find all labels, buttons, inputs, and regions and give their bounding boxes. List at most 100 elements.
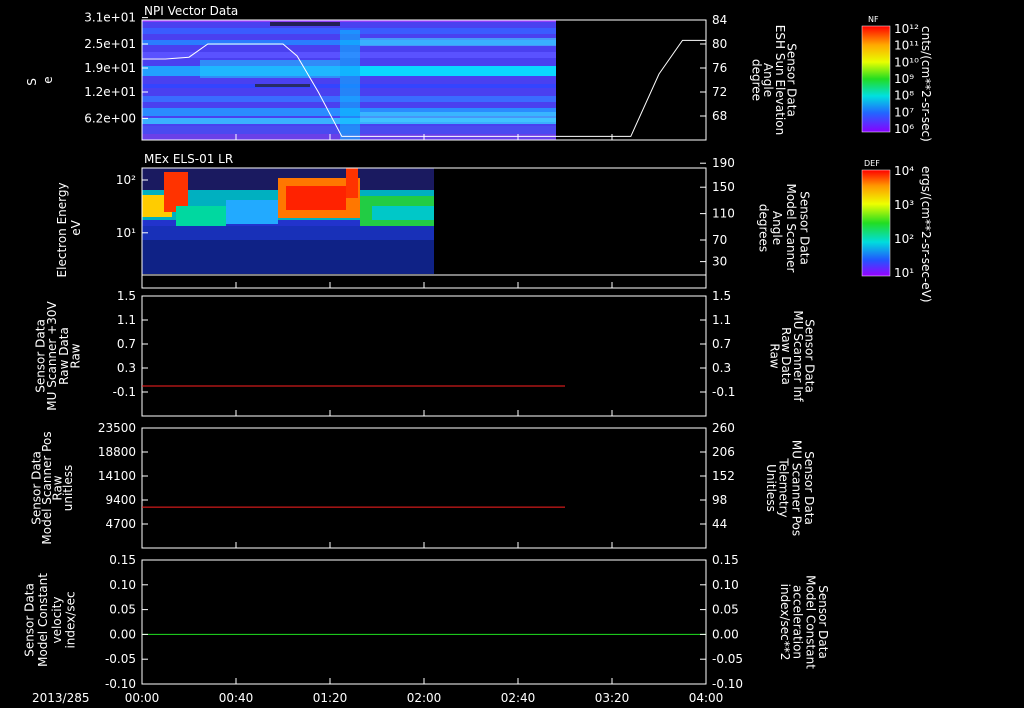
constant-right-tick-label: 0.10 [712, 578, 739, 592]
els-right-label: Sensor DataModel ScannerAngledegrees [757, 184, 812, 273]
els-right-tick-label: 190 [712, 156, 735, 170]
npi-colorbar-ticks: 10¹² 10¹¹ 10¹⁰ 10⁹ 10⁸ 10⁷ 10⁶ [894, 22, 919, 136]
els-right-tick-label: 110 [712, 207, 735, 221]
els-colorbar-unit: ergs/(cm**2-sr-sec-eV) [919, 166, 933, 303]
raw-right-tick-label: -0.1 [712, 385, 735, 399]
npi-left-ticks: 3.1e+01 2.5e+01 1.9e+01 1.2e+01 6.2e+00 [84, 11, 148, 125]
npi-colorbar-tick: 10⁸ [894, 89, 914, 103]
time-tick-label: 01:20 [313, 691, 348, 705]
npi-spectrogram [142, 20, 556, 140]
constant-right-tick-label: 0.05 [712, 603, 739, 617]
npi-right-tick-label: 80 [712, 37, 727, 51]
pos-left-tick-label: 18800 [98, 445, 136, 459]
els-colorbar-tick: 10¹ [894, 266, 914, 280]
npi-colorbar-title: NF [868, 15, 879, 24]
pos-right-tick-label: 44 [712, 517, 727, 531]
npi-colorbar-unit: cnts/(cm**2-sr-sec) [919, 26, 933, 142]
constant-right-tick-label: -0.10 [712, 677, 743, 691]
constant-right-tick-label: 0.15 [712, 553, 739, 567]
npi-colorbar-tick: 10¹¹ [894, 39, 919, 53]
raw-right-label: Sensor DataMU Scanner InfRaw DataRaw [768, 310, 817, 402]
constant-right-tick-label: 0.00 [712, 627, 739, 641]
constant-left-label: Sensor DataModel Constantvelocityindex/s… [23, 573, 78, 667]
raw-left-tick-label: 0.7 [117, 337, 136, 351]
raw-right-ticks: 1.5 1.1 0.7 0.3 -0.1 [700, 289, 735, 399]
panel-npi: NPI Vector Data 3.1e+01 2.5e+01 1.9e+01 1.2… [25, 4, 799, 141]
els-right-axis-text: Sensor DataModel ScannerAngledegrees [757, 184, 812, 273]
pos-right-ticks: 260 206 152 98 44 [700, 421, 735, 531]
pos-left-axis-text: Sensor DataModel Scanner PosRawunitless [29, 431, 75, 544]
pos-left-tick-label: 4700 [105, 517, 136, 531]
constant-left-tick-label: -0.10 [105, 677, 136, 691]
els-colorbar-tick: 10⁴ [894, 164, 914, 178]
els-right-tick-label: 150 [712, 180, 735, 194]
npi-left-tick-label: 6.2e+00 [84, 111, 136, 125]
constant-left-tick-label: 0.15 [109, 553, 136, 567]
chart-figure: NPI Vector Data 3.1e+01 2.5e+01 1.9e+01 1.2… [23, 4, 933, 705]
time-tick-label: 02:00 [407, 691, 442, 705]
npi-colorbar: NF 10¹² 10¹¹ 10¹⁰ 10⁹ 10⁸ 10⁷ 10⁶ cnts/(cm**2-… [861, 15, 933, 142]
pos-right-tick-label: 98 [712, 493, 727, 507]
pos-left-tick-label: 14100 [98, 469, 136, 483]
npi-right-ticks: 84 80 76 72 68 [700, 13, 727, 123]
pos-left-ticks: 23500 18800 14100 9400 4700 [98, 421, 148, 531]
panel-scanner-pos: 23500 18800 14100 9400 4700 260 206 152 98 44 Se… [29, 421, 816, 549]
raw-right-axis-text: Sensor DataMU Scanner InfRaw DataRaw [768, 310, 817, 402]
constant-left-tick-label: 0.05 [109, 603, 136, 617]
constant-left-tick-label: -0.05 [105, 652, 136, 666]
npi-colorbar-tick: 10⁹ [894, 72, 914, 86]
pos-right-tick-label: 152 [712, 469, 735, 483]
constant-left-tick-label: 0.00 [109, 627, 136, 641]
els-title: MEx ELS-01 LR [144, 152, 233, 166]
npi-colorbar-tick: 10⁶ [894, 122, 914, 136]
raw-left-tick-label: 0.3 [117, 361, 136, 375]
pos-left-label: Sensor DataModel Scanner PosRawunitless [29, 431, 75, 544]
raw-left-label: Sensor DataMU Scanner +30VRaw DataRaw [34, 301, 83, 411]
els-colorbar: DEF 10⁴ 10³ 10² 10¹ ergs/(cm**2-sr-sec-eV) [861, 159, 933, 303]
npi-right-tick-label: 84 [712, 13, 727, 27]
pos-right-label: Sensor DataMU Scanner PosTelemetryUnitle… [764, 440, 816, 536]
npi-right-label: Sensor DataESH Sun ElevationAngledegree [750, 25, 799, 135]
time-tick-label: 02:40 [501, 691, 536, 705]
npi-left-label: S e [25, 74, 55, 85]
npi-title: NPI Vector Data [144, 4, 238, 18]
els-colorbar-tick: 10³ [894, 198, 914, 212]
panel-els: MEx ELS-01 LR 10² 10¹ 190 150 110 70 30 Elect… [55, 152, 812, 289]
date-label: 2013/285 [32, 691, 90, 705]
npi-right-tick-label: 68 [712, 109, 727, 123]
constant-right-tick-label: -0.05 [712, 652, 743, 666]
raw-right-tick-label: 0.7 [712, 337, 731, 351]
npi-left-tick-label: 3.1e+01 [84, 11, 136, 25]
npi-left-tick-label: 1.9e+01 [84, 61, 136, 75]
constant-right-axis-text: Sensor DataModel Constantaccelerationind… [778, 575, 830, 669]
raw-left-ticks: 1.5 1.1 0.7 0.3 -0.1 [113, 289, 148, 399]
raw-left-tick-label: -0.1 [113, 385, 136, 399]
raw-left-tick-label: 1.1 [117, 313, 136, 327]
els-right-ticks: 190 150 110 70 30 [700, 156, 735, 269]
els-left-tick-label: 10² [116, 173, 136, 187]
pos-right-tick-label: 206 [712, 445, 735, 459]
npi-left-tick-label: 2.5e+01 [84, 37, 136, 51]
pos-left-tick-label: 9400 [105, 493, 136, 507]
time-tick-label: 04:00 [689, 691, 724, 705]
npi-right-axis-text: Sensor DataESH Sun ElevationAngledegree [750, 25, 799, 135]
npi-left-tick-label: 1.2e+01 [84, 85, 136, 99]
pos-frame [141, 427, 707, 549]
npi-right-tick-label: 72 [712, 85, 727, 99]
npi-colorbar-tick: 10⁷ [894, 105, 914, 119]
constant-left-tick-label: 0.10 [109, 578, 136, 592]
els-colorbar-title: DEF [864, 159, 880, 168]
time-tick-label: 03:20 [595, 691, 630, 705]
els-right-tick-label: 30 [712, 255, 727, 269]
els-right-tick-label: 70 [712, 233, 727, 247]
constant-right-label: Sensor DataModel Constantaccelerationind… [778, 575, 830, 669]
panel-scanner-raw: 1.5 1.1 0.7 0.3 -0.1 1.5 1.1 0.7 0.3 -0.1 Sensor… [34, 289, 817, 417]
time-tick-label: 00:00 [125, 691, 160, 705]
els-left-tick-label: 10¹ [116, 226, 136, 240]
raw-left-tick-label: 1.5 [117, 289, 136, 303]
time-tick-label: 00:40 [219, 691, 254, 705]
els-left-label: Electron Energy eV [55, 179, 83, 278]
npi-colorbar-tick: 10¹² [894, 22, 919, 36]
constant-left-axis-text: Sensor DataModel Constantvelocityindex/s… [23, 573, 78, 667]
els-colorbar-ticks: 10⁴ 10³ 10² 10¹ [894, 164, 914, 280]
